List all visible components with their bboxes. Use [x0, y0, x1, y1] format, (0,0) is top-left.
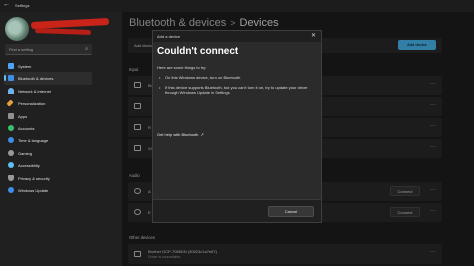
external-link-icon: ↗	[200, 132, 204, 137]
search-input[interactable]: Find a setting ⌕	[5, 44, 92, 55]
sidebar-item-system[interactable]: System	[4, 60, 92, 72]
sidebar-item-network[interactable]: Network & internet	[4, 85, 92, 97]
accessibility-icon	[8, 162, 14, 169]
sidebar-item-label: Privacy & security	[18, 175, 50, 181]
sidebar-item-gaming[interactable]: Gaming	[4, 147, 92, 159]
sidebar-item-label: Apps	[18, 113, 28, 119]
redaction-mark	[34, 28, 92, 35]
sidebar-item-label: Accounts	[18, 125, 35, 131]
add-device-dialog: Add a device ✕ Couldn't connect Here are…	[152, 30, 322, 223]
person-icon	[8, 124, 14, 131]
window-title: Settings	[15, 3, 30, 8]
sidebar-item-apps[interactable]: Apps	[4, 110, 92, 122]
apps-icon	[8, 112, 14, 119]
sidebar-item-label: System	[18, 64, 32, 69]
dialog-intro: Here are some things to try:	[157, 65, 207, 70]
sidebar-item-label: Windows Update	[18, 187, 49, 193]
title-bar: ← Settings	[0, 0, 474, 12]
sidebar-item-time-language[interactable]: Time & language	[4, 134, 92, 146]
shield-icon	[8, 174, 14, 181]
sidebar-item-label: Bluetooth & devices	[18, 76, 54, 82]
search-placeholder: Find a setting	[9, 47, 34, 52]
globe-clock-icon	[8, 137, 14, 144]
gamepad-icon	[8, 149, 14, 156]
update-icon	[8, 186, 14, 193]
sidebar-item-label: Time & language	[18, 138, 49, 144]
cancel-button[interactable]: Cancel	[268, 206, 314, 217]
wifi-icon	[8, 87, 14, 94]
sidebar-item-privacy-security[interactable]: Privacy & security	[4, 172, 92, 184]
monitor-icon	[8, 63, 14, 69]
help-link-label[interactable]: Get help with Bluetooth	[157, 132, 198, 137]
sidebar-item-windows-update[interactable]: Windows Update	[4, 184, 92, 196]
sidebar-item-bluetooth-devices[interactable]: Bluetooth & devices	[4, 72, 92, 85]
close-icon[interactable]: ✕	[311, 32, 316, 39]
sidebar-item-accessibility[interactable]: Accessibility	[4, 159, 92, 171]
sidebar-item-label: Network & internet	[18, 88, 51, 94]
search-icon[interactable]: ⌕	[85, 46, 88, 52]
back-arrow-icon[interactable]: ←	[3, 1, 10, 8]
help-link[interactable]: Get help with Bluetooth ↗	[157, 132, 204, 137]
bluetooth-icon	[8, 75, 14, 82]
dialog-footer: Cancel	[153, 199, 321, 222]
dialog-heading: Couldn't connect	[157, 46, 239, 57]
sidebar-nav: System Bluetooth & devices Network & int…	[4, 60, 92, 196]
sidebar-item-label: Accessibility	[18, 163, 40, 169]
dialog-title-bar: Add a device ✕	[153, 31, 321, 42]
sidebar-item-label: Gaming	[18, 150, 33, 156]
sidebar-item-personalization[interactable]: Personalization	[4, 97, 92, 109]
sidebar: Find a setting ⌕ System Bluetooth & devi…	[0, 12, 122, 266]
dialog-bullet: On this Windows device, turn on Bluetoot…	[159, 75, 315, 80]
sidebar-item-accounts[interactable]: Accounts	[4, 122, 92, 134]
dialog-window-title: Add a device	[157, 34, 181, 39]
sidebar-item-label: Personalization	[18, 101, 46, 107]
brush-icon	[6, 99, 14, 107]
dialog-bullet: If this device supports Bluetooth, but y…	[159, 85, 315, 95]
avatar	[5, 17, 29, 41]
